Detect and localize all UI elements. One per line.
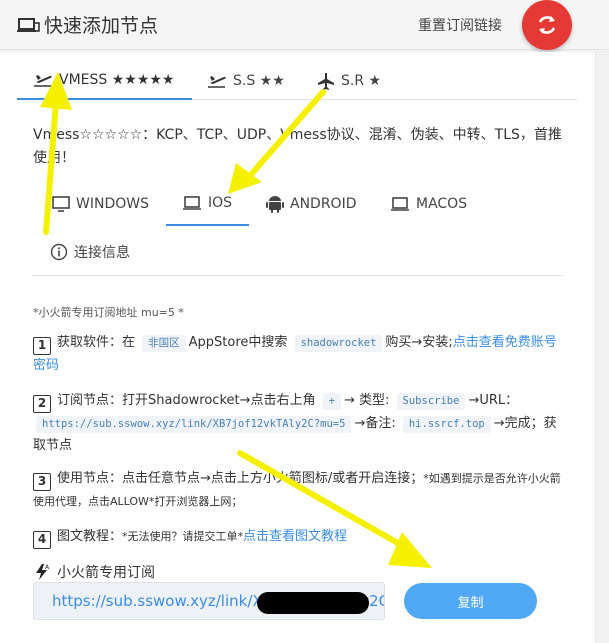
step-text: →备注: <box>354 416 396 431</box>
protocol-description: Vmess☆☆☆☆☆：KCP、TCP、UDP、Vmess协议、混淆、伪装、中转、… <box>33 127 562 166</box>
tab-android-label: ANDROID <box>290 196 357 212</box>
header: 快速添加节点 重置订阅链接 <box>0 0 609 50</box>
copy-button[interactable]: 复制 <box>404 583 537 619</box>
tab-ios-label: IOS <box>208 195 233 211</box>
step-number: 2 <box>33 395 51 413</box>
tab-macos-label: MACOS <box>416 196 468 212</box>
tutorial-link[interactable]: 点击查看图文教程 <box>243 529 347 544</box>
step-text: 购买→安装; <box>385 335 453 350</box>
code-tag: + <box>322 393 341 410</box>
lightning-icon: A <box>36 564 50 580</box>
tab-ios[interactable]: IOS <box>166 182 249 226</box>
info-icon <box>50 243 68 261</box>
step-text: →URL： <box>468 393 519 408</box>
refresh-button[interactable] <box>522 0 572 50</box>
tab-windows-label: WINDOWS <box>76 196 149 212</box>
os-tabs: WINDOWS IOS ANDROID MACOS 连接信息 <box>32 182 564 276</box>
subscription-label: A 小火箭专用订阅 <box>33 562 155 582</box>
step-2: 2 订阅节点：打开Shadowrocket→点击右上角 + → 类型: Subscr… <box>33 390 563 457</box>
node-card: VMESS ★★★★★ S.S ★★ S.R ★ Vmess☆☆☆☆☆：KCP、… <box>0 52 596 643</box>
tab-vmess-label: VMESS ★★★★★ <box>59 72 175 88</box>
reset-subscription-link[interactable]: 重置订阅链接 <box>418 15 502 35</box>
refresh-icon <box>538 16 556 34</box>
step-3: 3 使用节点：点击任意节点→点击上方小火箭图标/或者开启连接；*如遇到提示是否允许… <box>33 468 563 513</box>
step-number: 3 <box>33 473 51 491</box>
code-tag: https://sub.sswow.xyz/link/XB7jof12vkTAl… <box>36 416 352 433</box>
tab-ss[interactable]: S.S ★★ <box>207 62 285 100</box>
code-tag: 非国区 <box>142 335 186 352</box>
tab-macos[interactable]: MACOS <box>390 182 467 226</box>
code-tag: shadowrocket <box>294 335 383 352</box>
tab-android[interactable]: ANDROID <box>266 182 357 226</box>
monitor-icon <box>52 196 70 212</box>
step-text: 使用节点：点击任意节点→点击上方小火箭图标/或者开启连接； <box>57 471 424 486</box>
subscription-note: *小火箭专用订阅地址 mu=5 * <box>33 306 184 319</box>
airplane-takeoff-icon <box>34 75 52 87</box>
tab-sr-label: S.R ★ <box>341 73 382 89</box>
step-number: 1 <box>33 337 51 355</box>
step-text: AppStore中搜索 <box>188 335 288 350</box>
step-text: 获取软件：在 <box>57 335 136 350</box>
step-text: 订阅节点：打开Shadowrocket→点击右上角 <box>57 393 316 408</box>
code-tag: Subscribe <box>396 393 466 410</box>
step-text: → 类型: <box>343 393 390 408</box>
tab-ss-label: S.S ★★ <box>233 73 285 89</box>
page-title: 快速添加节点 <box>44 15 159 37</box>
laptop-icon <box>17 18 40 32</box>
code-tag: hi.ssrcf.top <box>402 416 491 433</box>
step-number: 4 <box>33 531 51 549</box>
protocol-tabs: VMESS ★★★★★ S.S ★★ S.R ★ <box>17 62 577 100</box>
tab-vmess[interactable]: VMESS ★★★★★ <box>17 62 192 100</box>
airplane-icon <box>318 73 334 90</box>
svg-text:A: A <box>45 564 50 571</box>
step-1: 1 获取软件：在 非国区 AppStore中搜索 shadowrocket 购买→安装… <box>33 332 563 377</box>
airplane-takeoff-icon <box>208 76 226 88</box>
android-icon <box>266 196 284 213</box>
step-text: 图文教程： <box>57 529 123 544</box>
laptop-icon <box>391 197 409 211</box>
tab-sr[interactable]: S.R ★ <box>317 62 381 100</box>
redaction-mark <box>257 592 369 614</box>
step-4: 4 图文教程：*无法使用？请提交工单*点击查看图文教程 <box>33 526 563 549</box>
subscription-label-text: 小火箭专用订阅 <box>57 565 155 581</box>
tab-connection-info[interactable]: 连接信息 <box>50 230 130 274</box>
laptop-icon <box>183 196 201 210</box>
step-hint: *无法使用？请提交工单* <box>122 530 244 543</box>
tab-connection-info-label: 连接信息 <box>74 245 130 261</box>
tab-windows[interactable]: WINDOWS <box>52 182 149 226</box>
